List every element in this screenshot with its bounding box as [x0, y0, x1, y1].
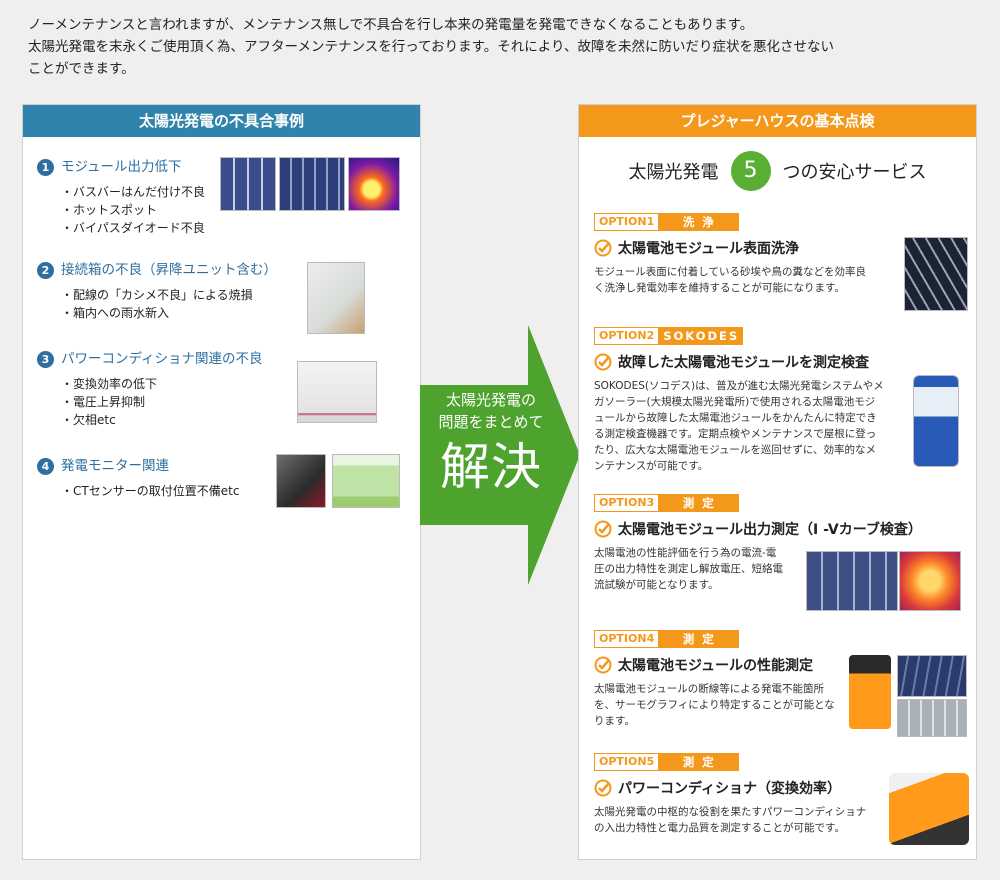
- option-tag: OPTION3 測 定: [594, 494, 966, 512]
- number-badge: 2: [37, 261, 54, 279]
- iv-thermal-photo: [899, 551, 961, 611]
- option-tag-label: 測 定: [659, 494, 740, 512]
- list-item: CTセンサーの取付位置不備etc: [61, 482, 239, 500]
- option-tag-key: OPTION1: [594, 213, 660, 231]
- option-tag: OPTION1 洗 浄: [594, 213, 966, 231]
- issue-1-list: バスバーはんだ付け不良 ホットスポット バイパスダイオード不良: [61, 183, 205, 237]
- option-title-label: 太陽電池モジュール出力測定（I -Vカーブ検査）: [618, 522, 922, 538]
- basic-inspection-title: プレジャーハウスの基本点検: [579, 105, 976, 137]
- issue-3-title: 3 パワーコンディショナ関連の不良: [37, 349, 263, 369]
- option-tag-key: OPTION4: [594, 630, 660, 648]
- list-item: バイパスダイオード不良: [61, 219, 205, 237]
- list-item: バスバーはんだ付け不良: [61, 183, 205, 201]
- option-tag-label: SOKODES: [659, 327, 744, 345]
- solar-farm-photo: [897, 699, 967, 737]
- arrow-line-1: 太陽光発電の: [445, 391, 536, 409]
- option-tag-label: 測 定: [659, 753, 740, 771]
- issue-2-list: 配線の「カシメ不良」による焼損 箱内への雨水新入: [61, 286, 277, 322]
- option-body: 太陽光発電の中枢的な役割を果たすパワーコンディショナの入出力特性と電力品質を測定…: [594, 806, 867, 834]
- list-item: 変換効率の低下: [61, 375, 263, 393]
- issue-title-label: モジュール出力低下: [61, 159, 182, 175]
- list-item: 欠相etc: [61, 411, 263, 429]
- issue-4-title: 4 発電モニター関連: [37, 456, 239, 476]
- arrow-text: 太陽光発電の 問題をまとめて 解決: [424, 389, 558, 497]
- thermal-image: [348, 157, 400, 211]
- five-badge: 5: [730, 151, 771, 191]
- list-item: ホットスポット: [61, 201, 205, 219]
- issue-2: 2 接続箱の不良（昇降ユニット含む） 配線の「カシメ不良」による焼損 箱内への雨…: [37, 260, 277, 322]
- intro-text: ノーメンテナンスと言われますが、メンテナンス無しで不具合を行し本来の発電量を発電…: [28, 14, 978, 80]
- option-title: 太陽電池モジュール出力測定（I -Vカーブ検査）: [594, 519, 966, 539]
- subtitle-after: つの安心サービス: [782, 162, 927, 183]
- intro-line-1: ノーメンテナンスと言われますが、メンテナンス無しで不具合を行し本来の発電量を発電…: [28, 17, 754, 33]
- list-item: 箱内への雨水新入: [61, 304, 277, 322]
- monitor-screen-photo: [332, 454, 400, 508]
- sokodes-device-photo: [913, 375, 959, 467]
- hotspot-photo: [279, 157, 345, 211]
- issue-1-title: 1 モジュール出力低下: [37, 157, 205, 177]
- option-title-label: パワーコンディショナ（変換効率）: [618, 781, 842, 797]
- option-tag-label: 洗 浄: [659, 213, 740, 231]
- intro-line-2: 太陽光発電を末永くご使用頂く為、アフターメンテナンスを行っております。それにより…: [28, 39, 834, 55]
- option-title-label: 太陽電池モジュール表面洗浄: [618, 241, 800, 257]
- thermography-camera-photo: [849, 655, 891, 729]
- issue-1: 1 モジュール出力低下 バスバーはんだ付け不良 ホットスポット バイパスダイオー…: [37, 157, 205, 237]
- check-icon: [594, 353, 612, 371]
- number-badge: 1: [37, 158, 54, 176]
- option-tag-key: OPTION3: [594, 494, 660, 512]
- rooftop-panel-photo: [897, 655, 967, 697]
- solar-cell-photo: [220, 157, 276, 211]
- issue-4-list: CTセンサーの取付位置不備etc: [61, 482, 239, 500]
- junction-box-photo: [307, 262, 365, 334]
- list-item: 電圧上昇抑制: [61, 393, 263, 411]
- issue-2-title: 2 接続箱の不良（昇降ユニット含む）: [37, 260, 277, 280]
- option-body: 太陽電池モジュールの断線等による発電不能箇所を、サーモグラフィにより特定すること…: [594, 683, 835, 727]
- issue-title-label: 発電モニター関連: [61, 458, 169, 474]
- issue-3: 3 パワーコンディショナ関連の不良 変換効率の低下 電圧上昇抑制 欠相etc: [37, 349, 263, 429]
- ct-sensor-photo: [276, 454, 326, 508]
- option-tag-label: 測 定: [659, 630, 740, 648]
- arrow-line-2: 問題をまとめて: [438, 413, 544, 431]
- list-item: 配線の「カシメ不良」による焼損: [61, 286, 277, 304]
- services-subtitle: 太陽光発電 5 つの安心サービス: [579, 149, 976, 193]
- option-tag-key: OPTION2: [594, 327, 660, 345]
- issue-title-label: パワーコンディショナ関連の不良: [61, 351, 263, 367]
- check-icon: [594, 239, 612, 257]
- option-tag: OPTION4 測 定: [594, 630, 966, 648]
- option-tag: OPTION2 SOKODES: [594, 327, 966, 345]
- issue-title-label: 接続箱の不良（昇降ユニット含む）: [61, 262, 277, 278]
- defect-cases-title: 太陽光発電の不具合事例: [23, 105, 420, 137]
- subtitle-before: 太陽光発電: [628, 162, 719, 183]
- check-icon: [594, 520, 612, 538]
- option-2: OPTION2 SOKODES 故障した太陽電池モジュールを測定検査 SOKOD…: [594, 327, 966, 474]
- panel-cleaning-photo: [904, 237, 968, 311]
- option-body: モジュール表面に付着している砂埃や鳥の糞などを効率良く洗浄し発電効率を維持するこ…: [594, 266, 866, 294]
- iv-curve-panel-photo: [806, 551, 898, 611]
- basic-inspection-panel: プレジャーハウスの基本点検 太陽光発電 5 つの安心サービス OPTION1 洗…: [578, 104, 977, 860]
- power-conditioner-photo: [297, 361, 377, 423]
- power-analyzer-photo: [889, 773, 969, 845]
- arrow-big-text: 解決: [440, 438, 542, 496]
- number-badge: 4: [37, 457, 54, 475]
- check-icon: [594, 779, 612, 797]
- option-title: 故障した太陽電池モジュールを測定検査: [594, 352, 966, 372]
- check-icon: [594, 656, 612, 674]
- option-body: 太陽電池の性能評価を行う為の電流-電圧の出力特性を測定し解放電圧、短絡電流試験が…: [594, 547, 783, 591]
- issue-3-list: 変換効率の低下 電圧上昇抑制 欠相etc: [61, 375, 263, 429]
- number-badge: 3: [37, 350, 54, 368]
- option-tag: OPTION5 測 定: [594, 753, 966, 771]
- option-body: SOKODES(ソコデス)は、普及が進む太陽光発電システムやメガソーラー(大規模…: [594, 380, 884, 472]
- intro-line-3: ことができます。: [28, 61, 135, 77]
- option-title-label: 太陽電池モジュールの性能測定: [618, 658, 814, 674]
- issue-4: 4 発電モニター関連 CTセンサーの取付位置不備etc: [37, 456, 239, 500]
- option-title-label: 故障した太陽電池モジュールを測定検査: [618, 355, 870, 371]
- option-tag-key: OPTION5: [594, 753, 660, 771]
- defect-cases-panel: 太陽光発電の不具合事例 1 モジュール出力低下 バスバーはんだ付け不良 ホットス…: [22, 104, 421, 860]
